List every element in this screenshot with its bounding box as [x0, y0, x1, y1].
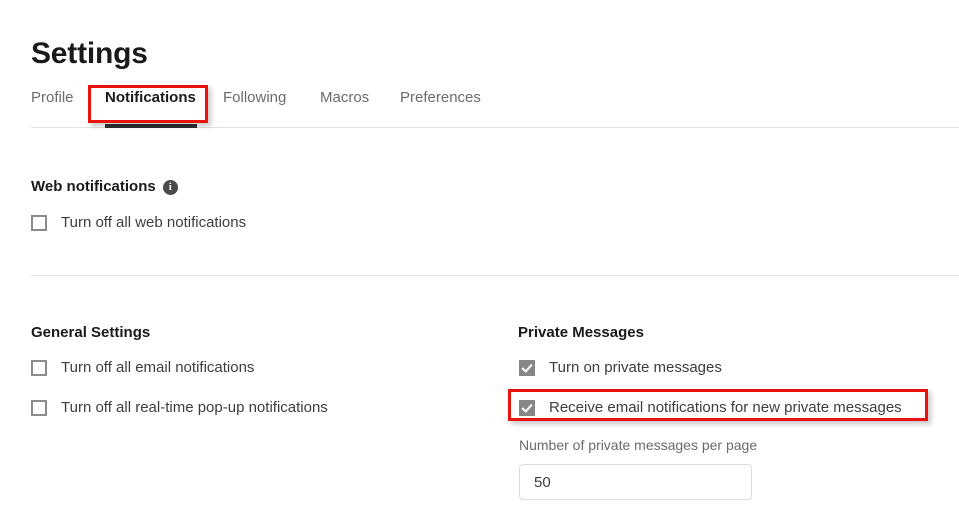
page-title: Settings [31, 37, 148, 71]
checkbox-turn-off-popup-notifications[interactable] [31, 400, 47, 416]
section-divider [31, 275, 959, 276]
tab-preferences-label: Preferences [400, 89, 481, 106]
tab-bar: Profile Notifications Following Macros P… [31, 88, 959, 128]
general-settings-heading-label: General Settings [31, 324, 151, 341]
tab-following-label: Following [223, 89, 287, 106]
private-messages-heading-label: Private Messages [518, 324, 644, 341]
checkbox-label-turn-off-popup-notifications: Turn off all real-time pop-up notificati… [61, 399, 328, 416]
messages-per-page-input[interactable] [519, 464, 752, 500]
section-heading-general-settings: General Settings [31, 323, 150, 343]
checkbox-row-turn-on-private-messages[interactable]: Turn on private messages [519, 358, 722, 378]
checkbox-label-turn-off-email-notifications: Turn off all email notifications [61, 359, 255, 376]
section-heading-private-messages: Private Messages [518, 323, 644, 343]
tab-profile-label: Profile [31, 89, 74, 106]
tab-macros[interactable]: Macros [320, 88, 369, 108]
field-label-messages-per-page: Number of private messages per page [519, 437, 758, 453]
section-heading-web-notifications: Web notifications i [31, 177, 178, 197]
tab-notifications[interactable]: Notifications [105, 88, 196, 108]
tab-preferences[interactable]: Preferences [400, 88, 481, 108]
tab-macros-label: Macros [320, 89, 370, 106]
checkbox-label-turn-off-web-notifications: Turn off all web notifications [61, 214, 247, 231]
checkbox-row-receive-email-notifications-pm[interactable]: Receive email notifications for new priv… [519, 398, 902, 418]
info-icon[interactable]: i [162, 180, 178, 195]
tab-following[interactable]: Following [223, 88, 286, 108]
checkbox-turn-off-web-notifications[interactable] [31, 215, 47, 231]
checkbox-row-turn-off-web-notifications[interactable]: Turn off all web notifications [31, 213, 246, 233]
active-tab-indicator [105, 124, 197, 128]
checkbox-row-turn-off-email-notifications[interactable]: Turn off all email notifications [31, 358, 254, 378]
checkbox-turn-on-private-messages[interactable] [519, 360, 535, 376]
checkbox-turn-off-email-notifications[interactable] [31, 360, 47, 376]
checkbox-label-receive-email-notifications-pm: Receive email notifications for new priv… [549, 399, 902, 416]
tab-notifications-label: Notifications [105, 89, 196, 106]
web-notifications-heading-label: Web notifications [31, 178, 156, 195]
checkbox-row-turn-off-popup-notifications[interactable]: Turn off all real-time pop-up notificati… [31, 398, 328, 418]
checkbox-label-turn-on-private-messages: Turn on private messages [549, 359, 722, 376]
tab-profile[interactable]: Profile [31, 88, 74, 108]
checkbox-receive-email-notifications-pm[interactable] [519, 400, 535, 416]
